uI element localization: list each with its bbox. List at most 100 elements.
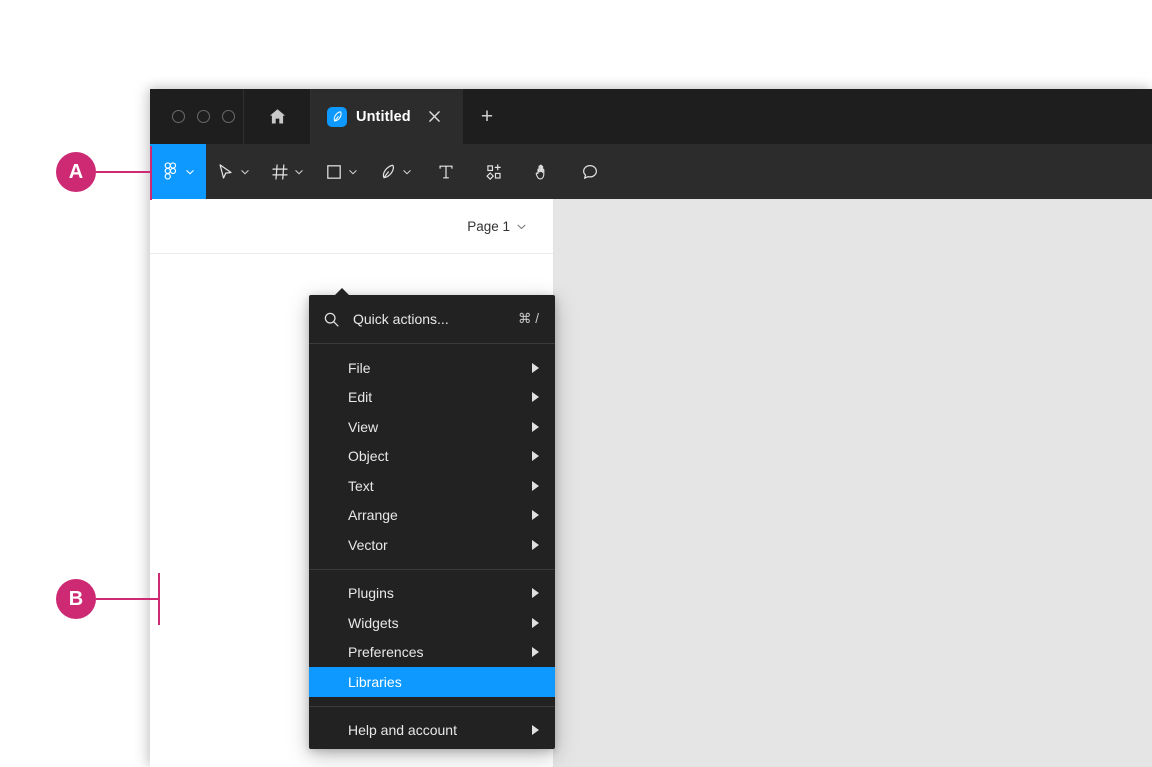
figma-file-icon [327,106,347,127]
menu-item-label: File [348,359,371,376]
menu-item-edit[interactable]: Edit [309,383,555,413]
menu-spacer [309,560,555,569]
comment-bubble-icon [583,164,597,179]
menu-item-label: Text [348,477,374,494]
browser-tab-untitled[interactable]: Untitled [311,89,463,144]
cursor-arrow-icon [219,163,232,179]
dropdown-pointer [334,288,350,296]
menu-item-label: View [348,418,379,435]
chevron-down-icon [517,224,526,229]
annotation-marker-b: B [56,579,96,619]
menu-item-label: Widgets [348,614,399,631]
menu-item-label: Preferences [348,644,424,661]
home-button[interactable] [244,89,311,144]
menu-item-view[interactable]: View [309,412,555,442]
menu-item-libraries[interactable]: Libraries [309,667,555,697]
hand-tool-button[interactable] [518,144,566,199]
annotation-tick-b [158,573,160,625]
chevron-down-icon [186,169,194,174]
main-toolbar [150,144,1152,199]
menu-item-label: Object [348,448,389,465]
frame-hash-icon [272,163,288,180]
menu-item-label: Vector [348,536,388,553]
menu-spacer [309,707,555,716]
tabstrip-empty-area [511,89,1152,144]
page-selector-label: Page 1 [467,218,510,234]
menu-item-file[interactable]: File [309,353,555,383]
annotation-tick-a [150,146,152,200]
menu-item-label: Help and account [348,722,457,739]
menu-group-extensions: Plugins Widgets Preferences Libraries [309,579,555,697]
menu-group-help: Help and account [309,716,555,746]
main-menu-button[interactable] [150,144,206,199]
figma-logo-icon [164,162,177,180]
rectangle-icon [327,164,341,179]
components-plus-icon [486,163,501,180]
pen-tool-button[interactable] [368,144,422,199]
minimize-window-button[interactable] [197,110,210,123]
menu-spacer [309,570,555,579]
submenu-arrow-icon [532,392,539,403]
quick-actions-search[interactable]: Quick actions... ⌘ / [309,295,555,343]
page-selector[interactable]: Page 1 [150,199,554,254]
chevron-down-icon [241,169,249,174]
menu-item-label: Libraries [348,673,402,690]
menu-group-primary: File Edit View Object Text Arrange Vecto… [309,353,555,560]
text-tool-button[interactable] [422,144,470,199]
quick-actions-label: Quick actions... [353,311,449,327]
submenu-arrow-icon [532,451,539,462]
menu-item-arrange[interactable]: Arrange [309,501,555,531]
tab-strip: Untitled + [150,89,1152,144]
close-tab-button[interactable] [426,108,443,125]
menu-item-widgets[interactable]: Widgets [309,608,555,638]
tab-title: Untitled [356,108,411,125]
menu-item-label: Plugins [348,585,394,602]
move-tool-button[interactable] [206,144,260,199]
chevron-down-icon [295,169,303,174]
menu-item-vector[interactable]: Vector [309,530,555,560]
quick-actions-shortcut: ⌘ / [517,311,539,326]
close-icon [428,111,440,122]
chevron-down-icon [349,169,357,174]
menu-item-object[interactable]: Object [309,442,555,472]
text-t-icon [439,165,453,178]
submenu-arrow-icon [532,617,539,628]
zoom-window-button[interactable] [222,110,235,123]
menu-item-text[interactable]: Text [309,471,555,501]
home-icon [269,109,285,124]
new-tab-button[interactable]: + [463,89,511,144]
submenu-arrow-icon [532,480,539,491]
figma-app-window: Untitled + Page 1 Quick actions... ⌘ / F… [150,89,1152,767]
menu-spacer [309,344,555,353]
submenu-arrow-icon [532,588,539,599]
annotation-leader-a [96,171,151,173]
actions-tool-button[interactable] [470,144,518,199]
window-controls [150,89,244,144]
submenu-arrow-icon [532,362,539,373]
menu-item-help-and-account[interactable]: Help and account [309,716,555,746]
menu-item-preferences[interactable]: Preferences [309,638,555,668]
submenu-arrow-icon [532,510,539,521]
hand-icon [535,164,545,179]
main-menu-dropdown: Quick actions... ⌘ / File Edit View Obje… [309,288,555,749]
canvas[interactable] [554,199,1152,767]
close-window-button[interactable] [172,110,185,123]
pen-nib-icon [382,164,394,178]
annotation-marker-a: A [56,152,96,192]
annotation-leader-b [96,598,159,600]
submenu-arrow-icon [532,725,539,736]
comment-tool-button[interactable] [566,144,614,199]
shape-tool-button[interactable] [314,144,368,199]
screenshot-root: Untitled + Page 1 Quick actions... ⌘ / F… [0,0,1152,767]
chevron-down-icon [403,169,411,174]
submenu-arrow-icon [532,647,539,658]
frame-tool-button[interactable] [260,144,314,199]
menu-item-plugins[interactable]: Plugins [309,579,555,609]
search-icon [324,312,339,327]
menu-item-label: Edit [348,389,373,406]
submenu-arrow-icon [532,421,539,432]
submenu-arrow-icon [532,539,539,550]
menu-spacer [309,697,555,706]
menu-item-label: Arrange [348,507,398,524]
